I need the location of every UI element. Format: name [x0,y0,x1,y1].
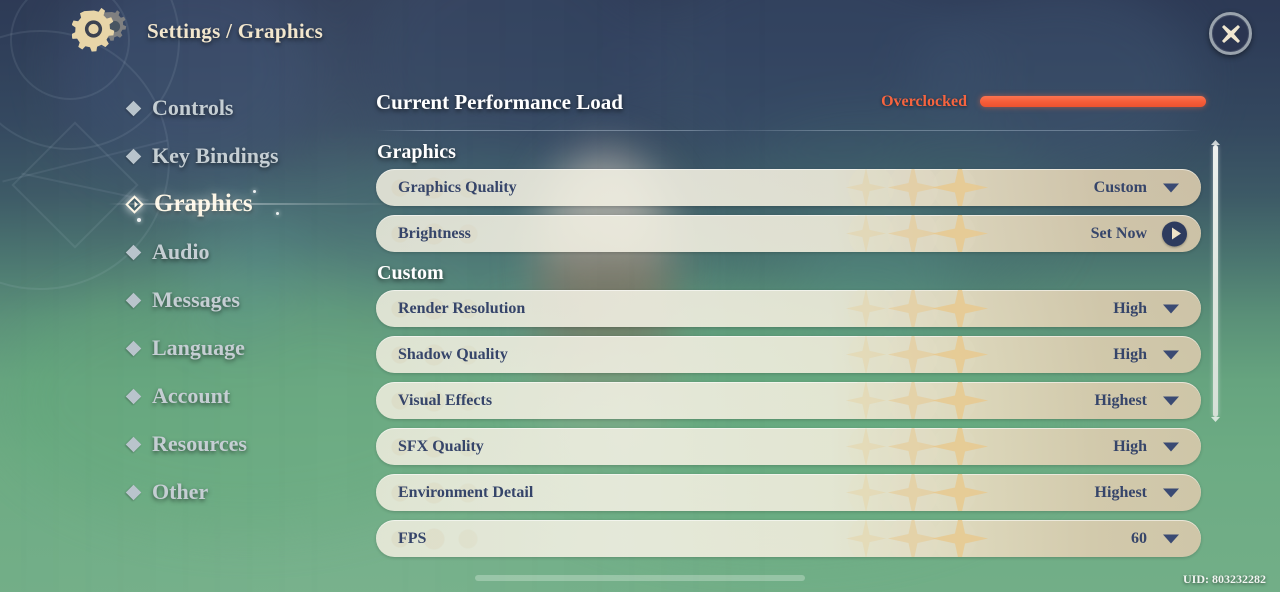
performance-bar-track [980,96,1206,107]
setting-value: High [1113,299,1147,317]
setting-label: Shadow Quality [398,345,508,363]
sidebar-item-label: Language [152,335,245,360]
arrow-right-icon [1171,227,1181,240]
uid-label: UID: 803232282 [1183,572,1266,586]
page-title: Settings / Graphics [147,19,324,43]
chevron-down-icon[interactable] [1163,534,1179,543]
sidebar-item-label: Key Bindings [152,143,279,168]
sidebar-item-graphics[interactable]: Graphics [0,180,398,228]
gear-icon [72,8,130,58]
settings-sidebar: Controls Key Bindings Graphics Audio Mes… [0,84,398,516]
setting-row-graphics-quality[interactable]: Graphics Quality Custom [376,169,1201,206]
diamond-bullet-icon [125,100,142,116]
close-icon [1221,24,1240,43]
setting-label: SFX Quality [398,437,484,455]
row-decoration [376,520,1201,557]
sidebar-item-label: Messages [152,287,240,312]
window-header: Settings / Graphics [0,0,1280,66]
performance-bar-fill [980,96,1206,107]
diamond-bullet-icon [125,340,142,356]
chevron-down-icon[interactable] [1163,396,1179,405]
active-glow-line [108,203,398,205]
section-heading-graphics: Graphics [377,141,456,163]
arrow-right-button[interactable] [1162,221,1187,246]
setting-row-fps[interactable]: FPS 60 [376,520,1201,557]
setting-row-visual-effects[interactable]: Visual Effects Highest [376,382,1201,419]
performance-status-label: Overclocked [881,93,967,110]
diamond-bullet-icon [125,484,142,500]
performance-load-title: Current Performance Load [376,90,623,114]
diamond-bullet-icon [125,436,142,452]
diamond-bullet-icon [125,244,142,260]
setting-value: High [1113,345,1147,363]
chevron-down-icon[interactable] [1163,350,1179,359]
chevron-down-icon[interactable] [1163,304,1179,313]
sidebar-item-controls[interactable]: Controls [0,84,360,132]
close-button[interactable] [1209,12,1252,55]
sidebar-item-label: Controls [152,95,234,120]
chevron-down-icon[interactable] [1163,488,1179,497]
sparkle-dot-icon [253,190,256,193]
setting-value: Set Now [1090,224,1147,242]
performance-load-row: Current Performance Load Overclocked [376,90,1206,128]
sidebar-item-label: Resources [152,431,247,456]
diamond-bullet-icon [125,148,142,164]
setting-value: High [1113,437,1147,455]
diamond-bullet-icon [125,388,142,404]
sidebar-item-other[interactable]: Other [0,468,360,516]
setting-label: FPS [398,529,427,547]
setting-row-environment-detail[interactable]: Environment Detail Highest [376,474,1201,511]
chevron-down-icon[interactable] [1163,442,1179,451]
setting-row-brightness[interactable]: Brightness Set Now [376,215,1201,252]
diamond-bullet-icon [125,292,142,308]
setting-label: Visual Effects [398,391,493,409]
sidebar-item-language[interactable]: Language [0,324,360,372]
setting-label: Brightness [398,224,471,242]
setting-label: Environment Detail [398,483,534,501]
setting-value: Custom [1093,178,1147,196]
sidebar-item-label: Audio [152,239,210,264]
chevron-down-icon[interactable] [1163,183,1179,192]
setting-value: Highest [1094,483,1147,501]
sidebar-item-messages[interactable]: Messages [0,276,360,324]
settings-main-panel: Current Performance Load Overclocked Gra… [376,90,1206,566]
row-decoration [376,215,1201,252]
setting-label: Render Resolution [398,299,526,317]
row-decoration [376,428,1201,465]
sidebar-item-key-bindings[interactable]: Key Bindings [0,132,360,180]
sidebar-item-resources[interactable]: Resources [0,420,360,468]
vertical-scrollbar[interactable] [1213,145,1218,417]
setting-value: 60 [1131,529,1147,547]
diamond-bullet-active-icon [125,194,144,214]
section-heading-custom: Custom [377,262,444,284]
sidebar-item-label: Account [152,383,231,408]
sidebar-item-account[interactable]: Account [0,372,360,420]
sparkle-dot-icon [276,212,279,215]
setting-row-sfx-quality[interactable]: SFX Quality High [376,428,1201,465]
sidebar-item-label: Other [152,479,209,504]
sidebar-item-audio[interactable]: Audio [0,228,360,276]
sidebar-item-label: Graphics [154,190,253,217]
setting-value: Highest [1094,391,1147,409]
setting-row-shadow-quality[interactable]: Shadow Quality High [376,336,1201,373]
horizontal-scrollbar[interactable] [475,575,805,581]
row-decoration [376,382,1201,419]
setting-row-render-resolution[interactable]: Render Resolution High [376,290,1201,327]
sparkle-dot-icon [137,218,141,222]
header-divider [376,130,1201,131]
setting-label: Graphics Quality [398,178,517,196]
